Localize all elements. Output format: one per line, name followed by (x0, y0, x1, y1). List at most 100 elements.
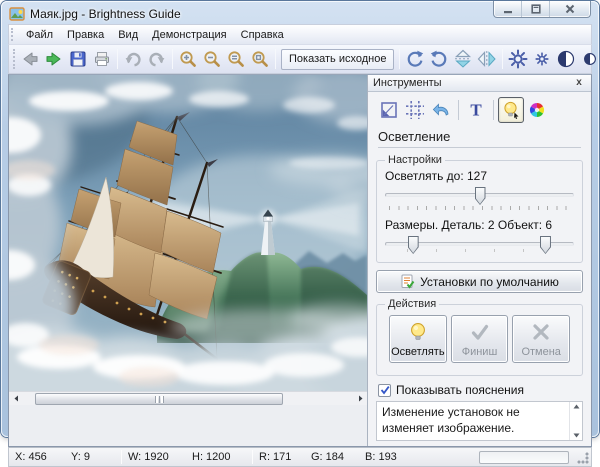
finish-action-button[interactable]: Финиш (451, 315, 509, 363)
brightness-small-icon[interactable] (530, 47, 554, 71)
hint-text: Изменение установок не изменяет изображе… (382, 405, 520, 435)
save-icon[interactable] (66, 47, 90, 71)
scroll-left-icon[interactable] (9, 392, 23, 406)
app-window: Маяк.jpg - Brightness Guide Файл Правка … (1, 1, 599, 437)
menubar-grip (11, 28, 16, 41)
status-blue: B: 193 (359, 451, 413, 463)
bulb-icon (407, 321, 429, 343)
print-icon[interactable] (90, 47, 114, 71)
svg-text:T: T (470, 101, 482, 120)
defaults-button[interactable]: Установки по умолчанию (376, 270, 583, 293)
image-canvas[interactable] (9, 75, 367, 391)
lighten-slider-ticks (389, 206, 570, 210)
zoom-actual-icon[interactable] (224, 47, 248, 71)
brightness-large-icon[interactable] (506, 47, 530, 71)
flip-vertical-icon[interactable] (451, 47, 475, 71)
window-title: Маяк.jpg - Brightness Guide (30, 7, 181, 21)
status-green: G: 184 (305, 451, 359, 463)
defaults-icon (400, 274, 415, 289)
lighten-slider-thumb[interactable] (475, 187, 486, 205)
hint-textbox: Изменение установок не изменяет изображе… (376, 401, 583, 441)
window-controls (493, 1, 591, 18)
menu-demo[interactable]: Демонстрация (145, 27, 234, 43)
menu-view[interactable]: Вид (111, 27, 145, 43)
lighten-action-button[interactable]: Осветлять (389, 315, 447, 363)
crop-icon[interactable] (402, 97, 428, 123)
resize-icon[interactable] (376, 97, 402, 123)
scroll-up-icon[interactable] (573, 404, 580, 409)
horizontal-scrollbar[interactable] (9, 391, 367, 405)
toolbar-grip (13, 49, 15, 69)
panel-toolbar-separator (493, 100, 494, 120)
section-title: Осветление (378, 129, 581, 148)
cancel-action-label: Отмена (521, 346, 560, 358)
tools-panel: Инструменты x T (367, 75, 591, 446)
check-mark-icon (380, 385, 390, 395)
panel-toolbar: T (368, 92, 591, 126)
sizes-label: Размеры. Деталь: 2 Объект: 6 (385, 218, 574, 232)
scrollbar-thumb[interactable] (35, 393, 283, 405)
app-icon (9, 6, 25, 22)
back-icon[interactable] (18, 47, 42, 71)
zoom-out-icon[interactable] (200, 47, 224, 71)
toolbar-separator (399, 49, 400, 69)
status-x: X: 456 (9, 451, 65, 463)
toolbar-separator (275, 49, 276, 69)
color-wheel-icon[interactable] (524, 97, 550, 123)
maximize-button[interactable] (522, 1, 550, 17)
show-hints-label: Показывать пояснения (396, 383, 524, 397)
menu-edit[interactable]: Правка (60, 27, 111, 43)
sizes-slider[interactable] (385, 235, 574, 255)
panel-close-icon[interactable]: x (572, 77, 586, 90)
finish-action-label: Финиш (462, 346, 498, 358)
statusbar: X: 456 Y: 9 W: 1920 H: 1200 R: 171 G: 18… (8, 447, 592, 467)
image-column (9, 75, 367, 446)
contrast-large-icon[interactable] (554, 47, 578, 71)
scroll-down-icon[interactable] (573, 433, 580, 438)
text-tool-icon[interactable]: T (463, 97, 489, 123)
undo-icon[interactable] (121, 47, 145, 71)
lighten-to-label: Осветлять до: 127 (385, 169, 574, 183)
actions-group: Действия Осветлять Финиш Отмена (376, 298, 583, 376)
toolbar: Показать исходное » (8, 44, 592, 74)
flip-horizontal-icon[interactable] (475, 47, 499, 71)
lighten-tool-icon[interactable] (498, 97, 524, 123)
status-width: W: 1920 (122, 451, 186, 463)
defaults-button-label: Установки по умолчанию (420, 275, 559, 289)
sizes-slider-ticks (407, 249, 552, 252)
panel-title: Инструменты (373, 77, 442, 89)
status-red: R: 171 (253, 451, 305, 463)
menu-file[interactable]: Файл (19, 27, 60, 43)
zoom-in-icon[interactable] (176, 47, 200, 71)
zoom-fit-icon[interactable] (248, 47, 272, 71)
minimize-button[interactable] (494, 1, 522, 17)
settings-group: Настройки Осветлять до: 127 Размеры. Дет… (376, 154, 583, 263)
toolbar-separator (502, 49, 503, 69)
panel-header[interactable]: Инструменты x (368, 75, 591, 92)
titlebar[interactable]: Маяк.jpg - Brightness Guide (1, 1, 599, 24)
menubar: Файл Правка Вид Демонстрация Справка (8, 24, 592, 44)
progress-bar (479, 451, 569, 464)
toolbar-separator (172, 49, 173, 69)
menu-help[interactable]: Справка (234, 27, 291, 43)
contrast-small-icon[interactable] (578, 47, 600, 71)
resize-grip[interactable] (577, 452, 589, 464)
status-y: Y: 9 (65, 451, 121, 463)
show-hints-row: Показывать пояснения (378, 383, 581, 397)
close-button[interactable] (550, 1, 590, 17)
actions-legend: Действия (385, 298, 439, 310)
rotate-ccw-icon[interactable] (427, 47, 451, 71)
lighten-slider[interactable] (385, 186, 574, 206)
settings-legend: Настройки (385, 154, 445, 166)
client-area: Инструменты x T (8, 74, 592, 447)
undo-tool-icon[interactable] (428, 97, 454, 123)
cancel-action-button[interactable]: Отмена (512, 315, 570, 363)
rotate-cw-icon[interactable] (403, 47, 427, 71)
panel-toolbar-separator (458, 100, 459, 120)
lighten-action-label: Осветлять (391, 346, 444, 358)
forward-icon[interactable] (42, 47, 66, 71)
show-hints-checkbox[interactable] (378, 384, 391, 397)
redo-icon[interactable] (145, 47, 169, 71)
show-original-button[interactable]: Показать исходное (281, 49, 394, 70)
scroll-right-icon[interactable] (353, 392, 367, 406)
